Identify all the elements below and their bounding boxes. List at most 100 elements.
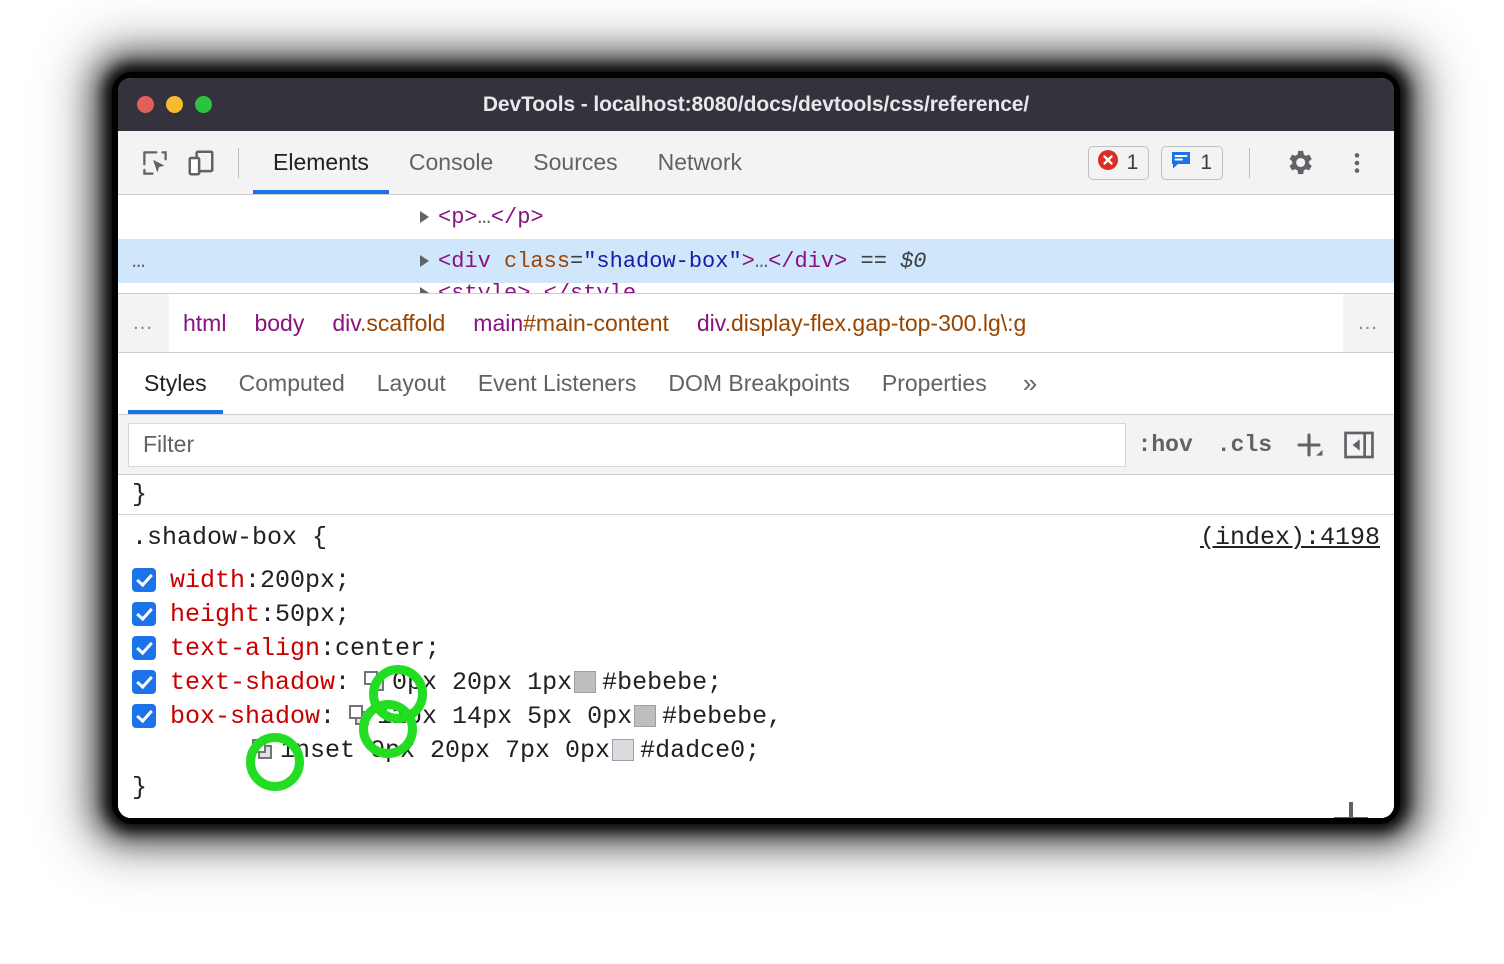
breadcrumb-item-body[interactable]: body bbox=[240, 310, 318, 337]
declaration-enabled-checkbox[interactable] bbox=[132, 568, 156, 592]
close-window-button[interactable] bbox=[137, 96, 154, 113]
shadow-icon-front-square-3 bbox=[252, 739, 266, 753]
declaration-enabled-checkbox-4[interactable] bbox=[132, 670, 156, 694]
color-swatch-bebebe[interactable] bbox=[574, 671, 596, 693]
css-property-name[interactable]: width bbox=[170, 566, 245, 595]
css-declaration-box-shadow[interactable]: box-shadow:11px 14px 5px 0px #bebebe, bbox=[118, 699, 1394, 733]
tab-computed[interactable]: Computed bbox=[223, 353, 361, 414]
tab-event-listeners[interactable]: Event Listeners bbox=[462, 353, 653, 414]
filter-input[interactable]: Filter bbox=[128, 423, 1126, 467]
tab-layout[interactable]: Layout bbox=[361, 353, 462, 414]
tab-event-listeners-label: Event Listeners bbox=[478, 370, 637, 397]
dom-tree-row-shadow-box[interactable]: … <div class="shadow-box">…</div> == $0 bbox=[118, 239, 1394, 283]
shadow-editor-icon-inset-shadow[interactable] bbox=[252, 739, 274, 761]
error-icon bbox=[1096, 148, 1120, 177]
add-declaration-button[interactable] bbox=[1334, 802, 1368, 818]
expand-arrow-icon-selected[interactable] bbox=[420, 255, 429, 267]
css-declaration-box-shadow-continuation[interactable]: inset 0px 20px 7px 0px #dadce0; bbox=[118, 733, 1394, 767]
breadcrumb-tag-5: div bbox=[697, 310, 725, 336]
tab-computed-label: Computed bbox=[239, 370, 345, 397]
css-declaration-width[interactable]: width: 200px; bbox=[118, 563, 1394, 597]
toolbar-divider-2 bbox=[1249, 148, 1250, 178]
declaration-enabled-checkbox-5[interactable] bbox=[132, 704, 156, 728]
css-property-value-4[interactable]: 0px 20px 1px bbox=[392, 668, 572, 697]
css-property-value-6[interactable]: inset 0px 20px 7px 0px bbox=[280, 736, 610, 765]
devtools-window: DevTools - localhost:8080/docs/devtools/… bbox=[118, 78, 1394, 818]
css-property-value-3[interactable]: center; bbox=[335, 634, 440, 663]
tab-console[interactable]: Console bbox=[389, 131, 513, 194]
css-declaration-text-align[interactable]: text-align: center; bbox=[118, 631, 1394, 665]
dom-row-markup-3: <style>…</style bbox=[438, 283, 636, 293]
tab-sources[interactable]: Sources bbox=[513, 131, 637, 194]
css-rule-closing-brace: } bbox=[118, 767, 1394, 807]
more-vertical-icon[interactable] bbox=[1334, 140, 1380, 186]
declaration-enabled-checkbox-3[interactable] bbox=[132, 636, 156, 660]
maximize-window-button[interactable] bbox=[195, 96, 212, 113]
css-color-text-6[interactable]: #dadce0; bbox=[640, 736, 760, 765]
shadow-icon-front-square bbox=[364, 671, 378, 685]
minimize-window-button[interactable] bbox=[166, 96, 183, 113]
dom-row-markup: <p>…</p> bbox=[438, 205, 544, 230]
dom-tree[interactable]: <p>…</p> … <div class="shadow-box">…</di… bbox=[118, 195, 1394, 293]
css-colon-2: : bbox=[320, 634, 335, 663]
breadcrumb-item-html[interactable]: html bbox=[169, 310, 240, 337]
error-count: 1 bbox=[1127, 151, 1139, 175]
css-property-name-5[interactable]: box-shadow bbox=[170, 702, 320, 731]
css-rule-origin-link[interactable]: (index):4198 bbox=[1200, 523, 1380, 552]
breadcrumb-overflow-right[interactable]: … bbox=[1343, 294, 1394, 352]
tab-network[interactable]: Network bbox=[638, 131, 762, 194]
styles-sidebar-tabs: Styles Computed Layout Event Listeners D… bbox=[118, 353, 1394, 415]
toggle-pseudo-states-button[interactable]: :hov bbox=[1126, 423, 1205, 467]
expand-arrow-icon[interactable] bbox=[420, 211, 429, 223]
toggle-class-editor-button[interactable]: .cls bbox=[1205, 423, 1284, 467]
css-declaration-height[interactable]: height: 50px; bbox=[118, 597, 1394, 631]
tab-properties[interactable]: Properties bbox=[866, 353, 1003, 414]
css-color-text-5[interactable]: #bebebe, bbox=[662, 702, 782, 731]
tab-properties-label: Properties bbox=[882, 370, 987, 397]
styles-pane: } .shadow-box { (index):4198 width: 200p… bbox=[118, 475, 1394, 818]
more-tabs-icon[interactable]: » bbox=[1009, 353, 1051, 414]
css-property-name-2[interactable]: height bbox=[170, 600, 260, 629]
css-property-value[interactable]: 200px; bbox=[260, 566, 350, 595]
device-toolbar-icon[interactable] bbox=[178, 140, 224, 186]
declaration-enabled-checkbox-2[interactable] bbox=[132, 602, 156, 626]
tab-elements-label: Elements bbox=[273, 149, 369, 176]
breadcrumb-suffix-5: .display-flex.gap-top-300.lg\:g bbox=[725, 310, 1027, 336]
css-color-text-4[interactable]: #bebebe; bbox=[602, 668, 722, 697]
css-property-value-2[interactable]: 50px; bbox=[275, 600, 350, 629]
tab-styles[interactable]: Styles bbox=[128, 353, 223, 414]
color-swatch-dadce0[interactable] bbox=[612, 739, 634, 761]
breadcrumb-item-main-content[interactable]: main#main-content bbox=[459, 310, 683, 337]
tab-dom-breakpoints[interactable]: DOM Breakpoints bbox=[652, 353, 866, 414]
breadcrumb-item-div-scaffold[interactable]: div.scaffold bbox=[318, 310, 459, 337]
message-icon bbox=[1169, 148, 1193, 177]
tab-elements[interactable]: Elements bbox=[253, 131, 389, 194]
shadow-editor-icon-box-shadow[interactable] bbox=[349, 705, 371, 727]
shadow-icon-front-square-2 bbox=[349, 705, 363, 719]
message-count-badge[interactable]: 1 bbox=[1161, 146, 1223, 180]
styles-filter-bar: Filter :hov .cls bbox=[118, 415, 1394, 475]
breadcrumb-item-div-display-flex[interactable]: div.display-flex.gap-top-300.lg\:g bbox=[683, 310, 1040, 337]
tab-console-label: Console bbox=[409, 149, 493, 176]
tab-layout-label: Layout bbox=[377, 370, 446, 397]
inspect-element-icon[interactable] bbox=[132, 140, 178, 186]
dom-row-markup-selected: <div class="shadow-box">…</div> == $0 bbox=[438, 249, 927, 274]
css-property-value-5[interactable]: 11px 14px 5px 0px bbox=[377, 702, 632, 731]
breadcrumb-suffix-3: .scaffold bbox=[360, 310, 445, 336]
dom-tree-row-partial[interactable]: <style>…</style bbox=[118, 283, 1394, 293]
color-swatch-bebebe-2[interactable] bbox=[634, 705, 656, 727]
breadcrumb-overflow-left[interactable]: … bbox=[118, 311, 169, 335]
toggle-sidebar-icon[interactable] bbox=[1334, 428, 1384, 462]
error-count-badge[interactable]: 1 bbox=[1088, 146, 1150, 180]
new-style-rule-button[interactable] bbox=[1284, 428, 1334, 462]
dom-tree-row-p[interactable]: <p>…</p> bbox=[118, 195, 1394, 239]
devtools-panel-tabs: Elements Console Sources Network bbox=[253, 131, 762, 194]
shadow-editor-icon-text-shadow[interactable] bbox=[364, 671, 386, 693]
css-property-name-3[interactable]: text-align bbox=[170, 634, 320, 663]
css-selector[interactable]: .shadow-box { bbox=[132, 523, 327, 552]
tab-dom-breakpoints-label: DOM Breakpoints bbox=[668, 370, 850, 397]
gear-icon[interactable] bbox=[1276, 140, 1322, 186]
css-declaration-text-shadow[interactable]: text-shadow:0px 20px 1px #bebebe; bbox=[118, 665, 1394, 699]
filter-placeholder: Filter bbox=[143, 431, 194, 458]
css-property-name-4[interactable]: text-shadow bbox=[170, 668, 335, 697]
